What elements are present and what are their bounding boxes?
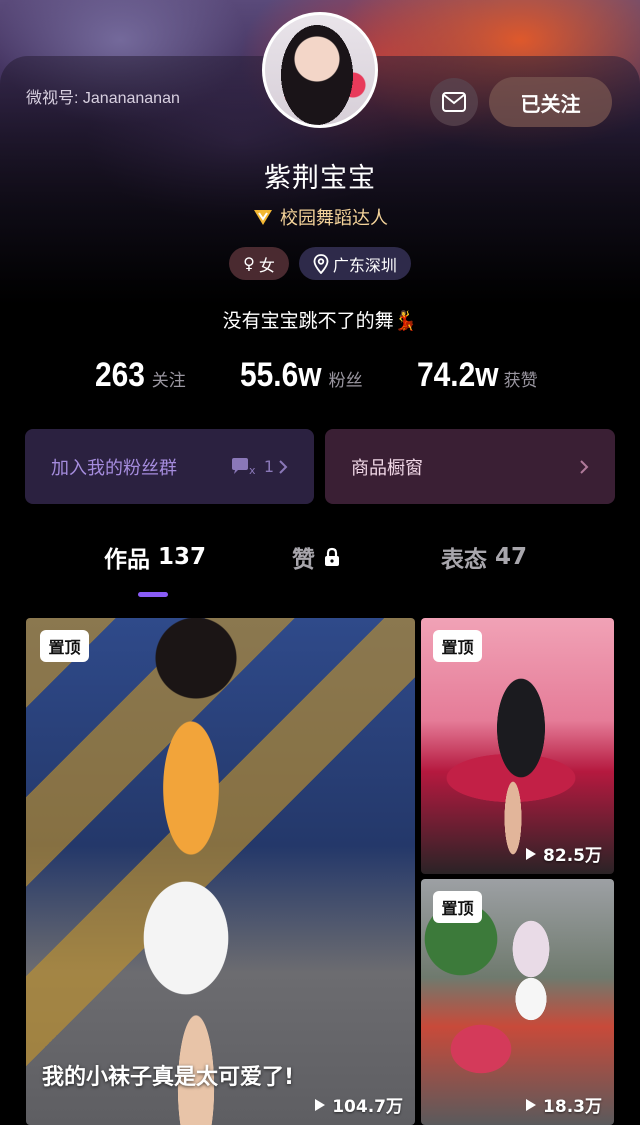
pinned-badge: 置顶: [40, 630, 89, 662]
fans-stat[interactable]: 55.6w 粉丝: [240, 356, 363, 395]
fans-group-count: 1: [263, 457, 274, 476]
tab-reactions-label: 表态: [441, 547, 487, 573]
chevron-right-icon: [580, 459, 589, 474]
chevron-right-icon: [279, 459, 288, 474]
tab-reactions-count: 47: [495, 544, 528, 570]
tab-works[interactable]: 作品 137: [104, 540, 206, 574]
following-count: 263: [95, 356, 145, 394]
shop-window-arrow: [579, 459, 589, 475]
shop-window-card[interactable]: 商品橱窗: [325, 429, 615, 504]
bio: 没有宝宝跳不了的舞💃: [222, 310, 418, 332]
likes-stat[interactable]: 74.2w 获赞: [417, 356, 538, 395]
nickname: 紫荆宝宝: [264, 163, 376, 194]
certification-badge[interactable]: 校园舞蹈达人: [0, 204, 640, 230]
gender-label: 女: [258, 255, 275, 275]
gender-tag: ♀ 女: [229, 247, 289, 280]
v-badge-icon: [254, 210, 272, 225]
location-tag: 广东深圳: [298, 247, 411, 280]
active-tab-indicator: [138, 592, 168, 597]
fans-group-card[interactable]: 加入我的粉丝群 x 1: [25, 429, 314, 504]
tab-works-label: 作品: [104, 547, 150, 573]
content-tabs: 作品 137 赞 表态 47: [0, 540, 640, 600]
likes-count: 74.2w: [417, 356, 499, 394]
following-label: 关注: [151, 371, 186, 391]
pinned-badge: 置顶: [433, 630, 482, 662]
fans-group-label: 加入我的粉丝群: [51, 457, 177, 479]
tab-likes[interactable]: 赞: [292, 540, 341, 574]
tab-works-count: 137: [158, 544, 207, 570]
video-thumbnail[interactable]: 置顶 18.3万: [421, 879, 614, 1125]
profile-cards: 加入我的粉丝群 x 1 商品橱窗: [25, 429, 615, 504]
follow-button[interactable]: 已关注: [489, 77, 612, 127]
profile-tags: ♀ 女 广东深圳: [0, 247, 640, 280]
female-icon: ♀: [243, 254, 255, 273]
play-icon: [315, 1098, 326, 1111]
video-thumbnail[interactable]: 置顶 82.5万: [421, 618, 614, 874]
chat-bubble-icon: x: [231, 457, 256, 477]
video-caption: 我的小袜子真是太可爱了!: [42, 1065, 295, 1090]
play-count: 104.7万: [314, 1092, 403, 1117]
location-label: 广东深圳: [332, 255, 397, 275]
tab-likes-label: 赞: [292, 547, 315, 573]
fans-label: 粉丝: [328, 371, 363, 391]
likes-label: 获赞: [503, 371, 538, 391]
svg-text:x: x: [249, 464, 256, 477]
location-pin-icon: [313, 253, 329, 274]
play-icon: [526, 847, 537, 860]
mail-icon: [442, 92, 466, 112]
avatar[interactable]: [262, 12, 378, 128]
shop-window-label: 商品橱窗: [351, 457, 423, 479]
badge-label: 校园舞蹈达人: [280, 208, 388, 229]
play-count: 18.3万: [525, 1092, 602, 1117]
stats-row: 263 关注 55.6w 粉丝 74.2w 获赞: [0, 356, 640, 406]
play-count-value: 18.3万: [543, 1097, 602, 1117]
wechat-id: 微视号: Jananananan: [26, 90, 180, 107]
tab-reactions[interactable]: 表态 47: [441, 540, 527, 574]
pinned-badge: 置顶: [433, 891, 482, 923]
fans-count: 55.6w: [240, 356, 322, 394]
play-count-value: 82.5万: [543, 846, 602, 866]
following-stat[interactable]: 263 关注: [95, 356, 186, 395]
play-icon: [526, 1098, 537, 1111]
video-thumbnail[interactable]: 置顶 我的小袜子真是太可爱了! 104.7万: [26, 618, 415, 1125]
fans-group-meta: x 1: [230, 457, 288, 477]
video-grid: 置顶 我的小袜子真是太可爱了! 104.7万 置顶 82.5万 置顶 18.3万: [26, 618, 614, 1125]
play-count: 82.5万: [525, 841, 602, 866]
message-button[interactable]: [430, 78, 478, 126]
lock-icon: [325, 547, 339, 566]
play-count-value: 104.7万: [332, 1097, 403, 1117]
